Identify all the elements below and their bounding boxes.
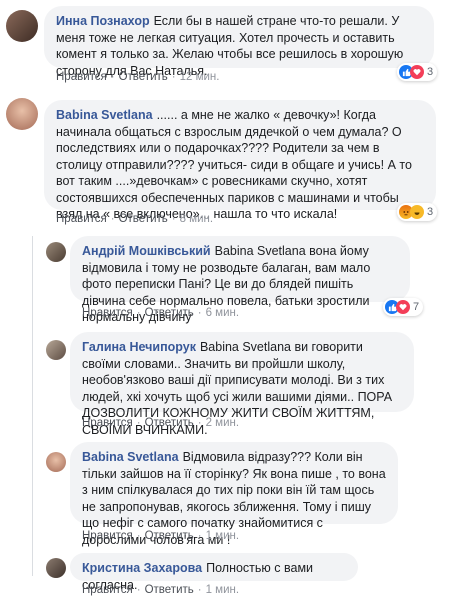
comment-actions: Нравится · Ответить · 6 мин. [82,307,240,319]
comment-actions: Нравится · Ответить · 1 мин. [82,584,240,596]
reactions-badge[interactable]: 3 [397,203,438,221]
like-link[interactable]: Нравится [82,584,133,596]
comment-author[interactable]: Babina Svetlana [82,450,179,464]
reply-link[interactable]: Ответить [119,213,168,225]
comment-bubble: Babina Svetlana Відмовила відразу??? Коли… [70,442,398,547]
timestamp[interactable]: 12 мин. [180,71,220,83]
reply-link[interactable]: Ответить [145,307,194,319]
comment-author[interactable]: Галина Нечипорук [82,340,196,354]
comment-text: ...... а мне не жалко « девочку»! Когда … [56,108,412,221]
comment-actions: Нравится · Ответить · 8 мин. [56,213,214,225]
reaction-count: 3 [427,206,434,218]
comment-author[interactable]: Babina Svetlana [56,108,153,122]
avatar[interactable] [46,558,66,578]
timestamp[interactable]: 2 мин. [206,417,239,429]
reaction-count: 3 [427,66,434,78]
comment-actions: Нравится · Ответить · 12 мин. [56,71,220,83]
avatar[interactable] [46,242,66,262]
comment-author[interactable]: Инна Познахор [56,14,150,28]
reply-link[interactable]: Ответить [145,417,194,429]
timestamp[interactable]: 1 мин. [206,584,239,596]
reactions-badge[interactable]: 3 [397,63,438,81]
comment-author[interactable]: Андрій Мошківський [82,244,211,258]
comment-bubble: Инна Познахор Если бы в нашей стране что-… [44,6,434,78]
timestamp[interactable]: 8 мин. [180,213,213,225]
reply-link[interactable]: Ответить [119,71,168,83]
timestamp[interactable]: 1 мин. [206,530,239,542]
haha-icon [410,205,424,219]
reactions-badge[interactable]: 7 [383,298,424,316]
comment-actions: Нравится · Ответить · 1 мин. [82,530,240,542]
comment-author[interactable]: Кристина Захарова [82,561,202,575]
like-link[interactable]: Нравится [56,71,107,83]
comment-bubble: Галина Нечипорук Babina Svetlana ви говор… [70,332,414,437]
like-link[interactable]: Нравится [82,417,133,429]
timestamp[interactable]: 6 мин. [206,307,239,319]
reaction-count: 7 [413,301,420,313]
avatar[interactable] [46,340,66,360]
heart-icon [396,300,410,314]
avatar[interactable] [6,98,38,130]
avatar[interactable] [6,10,38,42]
like-link[interactable]: Нравится [82,530,133,542]
reply-link[interactable]: Ответить [145,530,194,542]
reply-link[interactable]: Ответить [145,584,194,596]
reply-thread-line [32,236,33,576]
heart-icon [410,65,424,79]
like-link[interactable]: Нравится [56,213,107,225]
like-link[interactable]: Нравится [82,307,133,319]
comment-bubble: Babina Svetlana...... а мне не жалко « д… [44,100,436,221]
comment-bubble: Кристина Захарова Полностью с вами соглас… [70,553,358,592]
comment-bubble: Андрій Мошківський Babina Svetlana вона й… [70,236,410,324]
comment-actions: Нравится · Ответить · 2 мин. [82,417,240,429]
avatar[interactable] [46,452,66,472]
